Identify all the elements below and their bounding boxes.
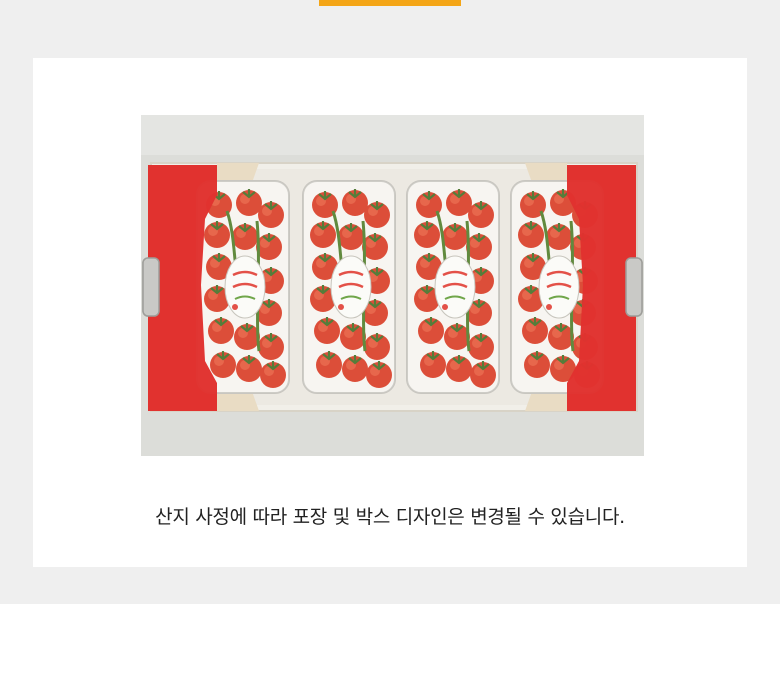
product-photo <box>141 115 644 456</box>
tomato-punnet-1 <box>197 181 289 393</box>
tomato-box-illustration <box>141 115 644 456</box>
tomato-punnet-2 <box>303 181 395 393</box>
section-accent-bar <box>319 0 461 6</box>
packaging-notice-caption: 산지 사정에 따라 포장 및 박스 디자인은 변경될 수 있습니다. <box>155 506 625 528</box>
tomato-punnet-3 <box>407 181 499 393</box>
